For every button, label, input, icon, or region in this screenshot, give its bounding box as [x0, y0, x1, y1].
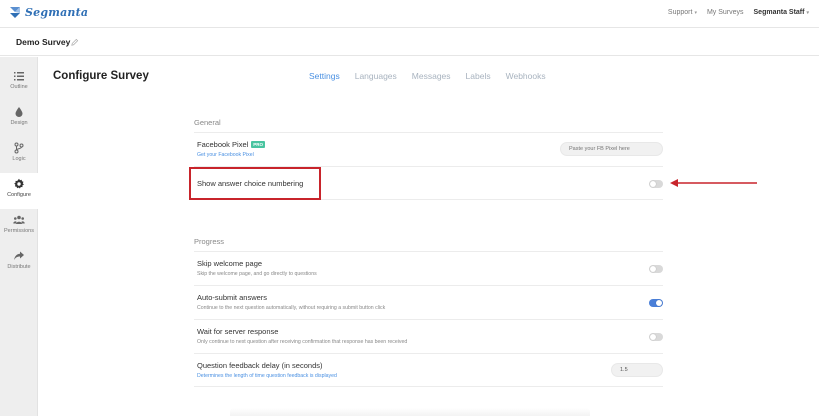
setting-row-wait-server: Wait for server response Only continue t…	[194, 319, 663, 353]
users-icon	[13, 215, 25, 224]
toggle-knob	[650, 334, 656, 340]
wait-server-desc: Only continue to next question after rec…	[197, 339, 408, 345]
annotation-arrow-icon	[670, 179, 757, 187]
setting-row-feedback-delay: Question feedback delay (in seconds) Det…	[194, 353, 663, 387]
section-heading-progress: Progress	[194, 237, 225, 246]
sidebar-item-distribute[interactable]: Distribute	[0, 245, 38, 281]
auto-submit-toggle[interactable]	[649, 299, 663, 307]
sidebar-item-label: Configure	[7, 192, 31, 198]
facebook-pixel-input[interactable]	[560, 142, 663, 156]
sidebar-item-label: Permissions	[4, 228, 34, 234]
sidebar-item-design[interactable]: Design	[0, 101, 38, 137]
facebook-pixel-link[interactable]: Get your Facebook Pixel	[197, 152, 254, 158]
auto-submit-desc: Continue to the next question automatica…	[197, 305, 386, 311]
annotation-highlight-box	[189, 167, 321, 200]
wait-server-toggle[interactable]	[649, 333, 663, 341]
list-icon	[14, 72, 24, 81]
my-surveys-label: My Surveys	[706, 9, 744, 16]
settings-tabs: Settings Languages Messages Labels Webho…	[309, 71, 561, 81]
sidebar-item-outline[interactable]: Outline	[0, 65, 38, 101]
segmanta-logo-icon	[10, 7, 20, 18]
skip-welcome-toggle[interactable]	[649, 265, 663, 273]
drop-icon	[15, 107, 23, 117]
section-heading-general: General	[194, 118, 221, 127]
chevron-down-icon: ▾	[806, 9, 809, 16]
setting-row-skip-welcome: Skip welcome page Skip the welcome page,…	[194, 251, 663, 285]
sidebar-item-permissions[interactable]: Permissions	[0, 209, 38, 245]
setting-row-auto-submit: Auto-submit answers Continue to the next…	[194, 285, 663, 319]
skip-welcome-title: Skip welcome page	[197, 259, 263, 268]
chevron-down-icon: ▾	[694, 9, 697, 16]
brand-name: Segmanta	[25, 6, 89, 19]
toggle-knob	[650, 266, 656, 272]
tab-messages[interactable]: Messages	[412, 71, 451, 81]
feedback-delay-desc: Determines the length of time question f…	[197, 373, 337, 379]
tab-settings[interactable]: Settings	[309, 71, 340, 81]
user-name: Segmanta Staff	[753, 9, 805, 16]
my-surveys-link[interactable]: My Surveys	[707, 9, 744, 16]
user-menu[interactable]: Segmanta Staff ▾	[754, 9, 809, 16]
answer-numbering-toggle[interactable]	[649, 180, 663, 188]
skip-welcome-desc: Skip the welcome page, and go directly t…	[197, 271, 317, 277]
pro-badge: PRO	[251, 141, 266, 148]
setting-row-facebook-pixel: Facebook Pixel PRO Get your Facebook Pixe…	[194, 132, 663, 166]
pencil-icon[interactable]	[70, 38, 79, 47]
sidebar-item-logic[interactable]: Logic	[0, 137, 38, 173]
sidebar-item-label: Outline	[10, 84, 28, 90]
feedback-delay-title: Question feedback delay (in seconds)	[197, 361, 323, 370]
toggle-knob	[656, 300, 662, 306]
auto-submit-title: Auto-submit answers	[197, 293, 268, 302]
top-bar: Segmanta Support ▾ My Surveys Segmanta S…	[0, 0, 819, 28]
feedback-delay-input[interactable]	[611, 363, 663, 377]
footer-bar	[230, 408, 590, 416]
survey-name: Demo Survey	[16, 37, 71, 47]
survey-bar: Demo Survey	[0, 28, 819, 56]
tab-webhooks[interactable]: Webhooks	[506, 71, 546, 81]
toggle-knob	[650, 181, 656, 187]
top-nav: Support ▾ My Surveys Segmanta Staff ▾	[668, 9, 809, 16]
tab-labels[interactable]: Labels	[466, 71, 491, 81]
share-icon	[14, 251, 24, 260]
support-label: Support	[667, 9, 693, 16]
tab-languages[interactable]: Languages	[355, 71, 397, 81]
wait-server-title: Wait for server response	[197, 327, 279, 336]
setting-title: Facebook Pixel PRO	[197, 140, 266, 149]
support-menu[interactable]: Support ▾	[668, 9, 697, 16]
page-title: Configure Survey	[53, 70, 149, 82]
sidebar-item-label: Distribute	[7, 264, 31, 270]
sidebar: Outline Design Logic Configure Permissio…	[0, 57, 38, 416]
gear-icon	[14, 178, 24, 189]
brand-logo[interactable]: Segmanta	[8, 5, 88, 20]
branch-icon	[14, 142, 24, 154]
facebook-pixel-title: Facebook Pixel	[197, 140, 249, 149]
sidebar-item-label: Design	[10, 120, 28, 126]
sidebar-item-configure[interactable]: Configure	[0, 173, 38, 209]
sidebar-item-label: Logic	[12, 156, 26, 162]
